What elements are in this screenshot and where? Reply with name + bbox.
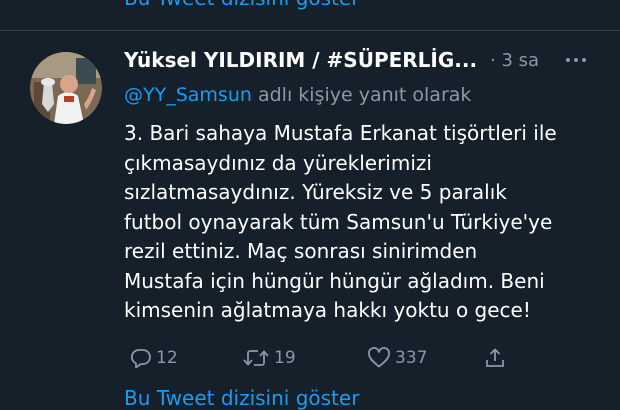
more-horizontal-icon[interactable] [564,52,588,68]
share-icon [486,348,504,367]
tweet-text-line: Mustafa için hüngür hüngür ağladım. Beni [124,268,545,293]
avatar-photo [30,52,102,124]
tweet-text-line: kimsenin ağlatmaya hakkı yoktu o gece! [124,298,531,322]
like-count: 337 [395,348,428,368]
show-thread-link-top[interactable]: Bu Tweet dizisini göster [124,0,359,10]
tweet-text-line: rezil ettiniz. Maç sonrası sinirimden [124,239,478,263]
tweet-divider [0,30,620,31]
author-name[interactable]: Yüksel YILDIRIM / #SÜPERLİG... [124,48,477,72]
tweet-timestamp[interactable]: · 3 sa [490,50,539,71]
reply-icon [130,349,151,369]
tweet-text-line: futbol oynayarak tüm Samsun'u Türkiye'ye [124,209,553,234]
heart-icon [368,347,390,368]
retweet-count: 19 [274,348,296,368]
reply-count: 12 [156,348,178,368]
tweet-actions: 12 19 337 [124,344,524,372]
reply-context-text: adlı kişiye yanıt olarak [251,84,472,106]
retweet-icon [243,350,269,366]
reply-to-handle[interactable]: @YY_Samsun [124,84,252,106]
tweet-header: Yüksel YILDIRIM / #SÜPERLİG... · 3 sa [124,48,594,76]
tweet-text: 3. Bari sahaya Mustafa Erkanat tişörtler… [124,119,604,326]
share-button[interactable] [484,344,506,372]
tweet-text-line: çıkmasaydınız da yüreklerimizi [124,150,432,175]
tweet-text-line: 3. Bari sahaya Mustafa Erkanat tişörtler… [124,121,557,145]
avatar[interactable] [30,52,102,124]
show-thread-link-bottom[interactable]: Bu Tweet dizisini göster [124,386,359,410]
reply-button[interactable]: 12 [130,344,178,372]
like-button[interactable]: 337 [367,344,427,372]
tweet-text-line: sızlatmasaydınız. Yüreksiz ve 5 paralık [124,180,507,204]
reply-context: @YY_Samsun adlı kişiye yanıt olarak [124,84,471,106]
retweet-button[interactable]: 19 [242,344,296,372]
